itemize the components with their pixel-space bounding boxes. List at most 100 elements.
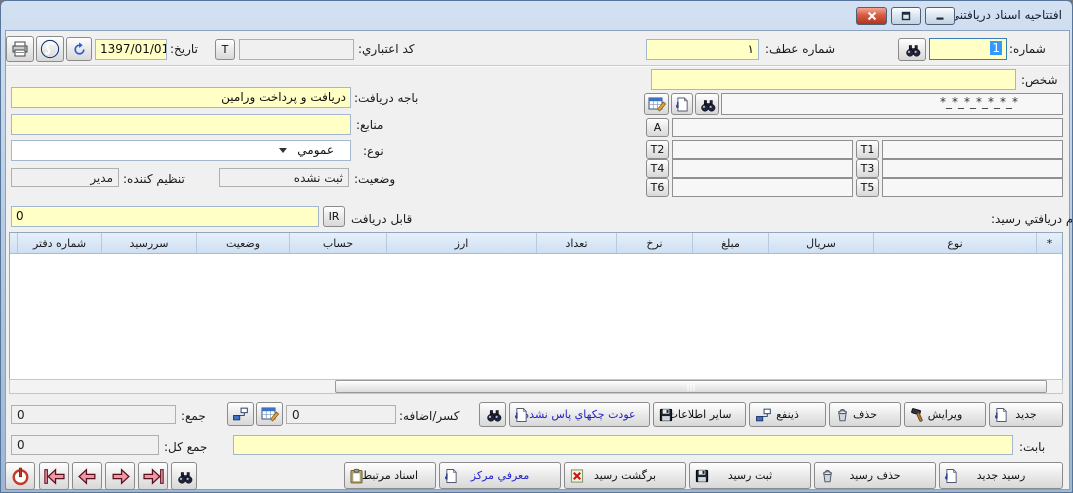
ref-number-field[interactable]: ۱ <box>646 39 759 60</box>
t1-button[interactable]: T1 <box>856 140 879 159</box>
maximize-button[interactable] <box>891 7 921 25</box>
return-receipt-button[interactable]: برگشت رسيد <box>564 462 686 489</box>
search-binoculars-icon <box>175 469 193 484</box>
column-header-star[interactable]: * <box>1036 233 1062 253</box>
grid-edit-icon <box>261 406 279 422</box>
app-window: افتتاحيه اسناد دريافتني شماره: 1 شماره ع… <box>0 0 1073 493</box>
column-header-book-no[interactable]: شماره دفتر <box>17 233 101 253</box>
help-button[interactable] <box>36 36 64 62</box>
preparer-label: تنظيم کننده: <box>123 172 185 186</box>
item-edit-button[interactable]: ويرايش <box>904 402 986 427</box>
related-documents-button[interactable]: اسناد مرتبط <box>344 462 436 489</box>
t3-button[interactable]: T3 <box>856 159 879 178</box>
sum-sitemap-button[interactable] <box>227 402 254 426</box>
document-x-icon <box>570 469 584 483</box>
return-unpassed-checks-button[interactable]: عودت چکهاي پاس نشده <box>509 402 650 427</box>
power-icon <box>11 467 30 486</box>
booth-label: باجه دريافت: <box>354 91 418 105</box>
item-edit-label: ويرايش <box>928 408 963 421</box>
previous-record-button[interactable] <box>72 462 102 490</box>
booth-field[interactable]: دريافت و پرداخت ورامين <box>11 87 351 108</box>
column-header-amount[interactable]: مبلغ <box>692 233 768 253</box>
minimize-button[interactable] <box>925 7 955 25</box>
beneficiary-button[interactable]: ذينفع <box>749 402 826 427</box>
t3-field[interactable] <box>882 159 1063 178</box>
column-header-currency[interactable]: ارز <box>386 233 536 253</box>
sum-grid-edit-button[interactable] <box>256 402 283 426</box>
regarding-label: بابت: <box>1019 440 1045 454</box>
first-record-button[interactable] <box>39 462 69 490</box>
chevron-down-icon <box>279 148 287 153</box>
t5-field[interactable] <box>882 178 1063 197</box>
t-button[interactable]: T <box>215 39 235 60</box>
save-receipt-button[interactable]: ثبت رسيد <box>689 462 811 489</box>
document-n-icon <box>676 97 689 112</box>
t6-field[interactable] <box>672 178 853 197</box>
print-button[interactable] <box>6 36 34 62</box>
sitemap-icon <box>232 407 249 421</box>
person-search-button[interactable] <box>695 93 719 115</box>
currency-button[interactable]: IR <box>323 206 345 227</box>
column-header-count[interactable]: تعداد <box>536 233 616 253</box>
t4-field[interactable] <box>672 159 853 178</box>
person-code-mask-field[interactable]: *_*_*_*_*_*_* <box>721 93 1063 115</box>
scrollbar-thumb[interactable] <box>335 380 1047 393</box>
a-button[interactable]: A <box>646 118 669 137</box>
t2-field[interactable] <box>672 140 853 159</box>
column-header-serial[interactable]: سريال <box>768 233 873 253</box>
hammer-icon <box>910 407 927 422</box>
refresh-button[interactable] <box>66 37 92 61</box>
number-input[interactable]: 1 <box>929 38 1007 60</box>
table-horizontal-scrollbar[interactable] <box>9 379 1063 394</box>
column-header-account[interactable]: حساب <box>289 233 386 253</box>
search-binoculars-icon <box>698 97 716 112</box>
exit-button[interactable] <box>5 462 35 490</box>
new-receipt-button[interactable]: رسيد جديد <box>939 462 1063 489</box>
number-label: شماره: <box>1009 42 1046 56</box>
close-button[interactable] <box>856 7 887 25</box>
receivable-field[interactable]: 0 <box>11 206 319 227</box>
delete-receipt-label: حذف رسيد <box>849 469 900 482</box>
person-grid-edit-button[interactable] <box>644 93 669 115</box>
t2-button[interactable]: T2 <box>646 140 669 159</box>
sum-field: 0 <box>11 405 176 424</box>
credit-code-label: کد اعتباري: <box>358 42 414 56</box>
related-documents-label: اسناد مرتبط <box>362 469 418 482</box>
column-header-due-date[interactable]: سررسيد <box>101 233 196 253</box>
person-document-button[interactable] <box>671 93 693 115</box>
date-input[interactable]: 1397/01/01 <box>95 39 167 60</box>
status-field: ثبت نشده <box>219 168 349 187</box>
save-receipt-label: ثبت رسيد <box>728 469 772 482</box>
last-record-button[interactable] <box>138 462 168 490</box>
item-delete-button[interactable]: حذف <box>829 402 901 427</box>
column-header-type[interactable]: نوع <box>873 233 1036 253</box>
other-info-button[interactable]: ساير اطلاعات <box>653 402 746 427</box>
column-header-rate[interactable]: نرخ <box>616 233 692 253</box>
type-label: نوع: <box>363 144 384 158</box>
document-n-icon <box>515 407 528 422</box>
record-search-button[interactable] <box>171 462 197 490</box>
number-search-button[interactable] <box>898 38 926 61</box>
search-binoculars-icon <box>903 42 921 57</box>
sources-label: منابع: <box>356 118 383 132</box>
person-field[interactable] <box>651 69 1016 90</box>
item-delete-label: حذف <box>853 408 877 421</box>
type-dropdown[interactable]: عمومي <box>11 140 351 161</box>
t6-button[interactable]: T6 <box>646 178 669 197</box>
column-header-status[interactable]: وضعيت <box>196 233 289 253</box>
deduction-search-button[interactable] <box>479 402 506 427</box>
t1-field[interactable] <box>882 140 1063 159</box>
sources-field[interactable] <box>11 114 351 135</box>
a-field[interactable] <box>672 118 1063 137</box>
item-new-button[interactable]: جديد <box>989 402 1063 427</box>
introduce-center-button[interactable]: معرفي مرکز <box>439 462 561 489</box>
next-record-button[interactable] <box>105 462 135 490</box>
delete-receipt-button[interactable]: حذف رسيد <box>814 462 936 489</box>
credit-code-field[interactable] <box>239 39 354 60</box>
regarding-field[interactable] <box>233 435 1013 455</box>
new-receipt-label: رسيد جديد <box>977 469 1026 482</box>
t5-button[interactable]: T5 <box>856 178 879 197</box>
items-table: * نوع سريال مبلغ نرخ تعداد ارز حساب وضعي… <box>9 232 1063 379</box>
t4-button[interactable]: T4 <box>646 159 669 178</box>
trash-icon <box>820 468 835 483</box>
